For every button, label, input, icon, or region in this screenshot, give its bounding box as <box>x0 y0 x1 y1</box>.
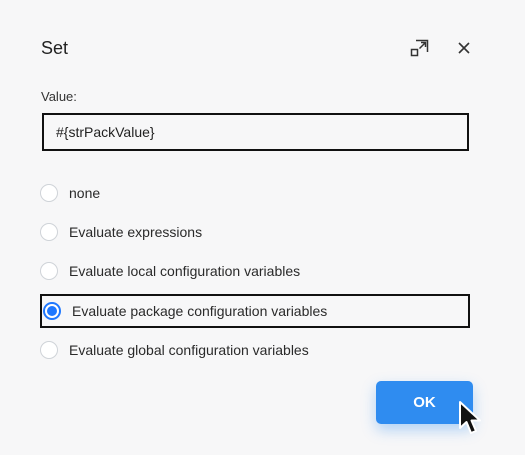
radio-none[interactable] <box>40 184 58 202</box>
expand-button[interactable] <box>406 36 434 64</box>
radio-evaluate-package[interactable] <box>43 302 61 320</box>
option-label: Evaluate local configuration variables <box>69 263 301 279</box>
expand-icon <box>410 38 430 63</box>
option-evaluate-package[interactable]: Evaluate package configuration variables <box>40 294 470 328</box>
radio-selected-dot <box>47 306 57 316</box>
option-evaluate-expressions[interactable]: Evaluate expressions <box>40 217 202 247</box>
set-dialog: Set Value: none Evaluate expressions Eva… <box>14 14 504 444</box>
dialog-title: Set <box>41 38 69 58</box>
radio-evaluate-local[interactable] <box>40 262 58 280</box>
option-evaluate-global[interactable]: Evaluate global configuration variables <box>40 335 309 365</box>
option-label: Evaluate global configuration variables <box>69 342 309 358</box>
mouse-pointer-icon <box>459 401 481 434</box>
value-input[interactable] <box>42 113 469 151</box>
close-icon <box>457 41 471 60</box>
option-label: Evaluate expressions <box>69 224 203 240</box>
option-none[interactable]: none <box>40 178 100 208</box>
radio-evaluate-global[interactable] <box>40 341 58 359</box>
close-button[interactable] <box>450 36 478 64</box>
option-evaluate-local[interactable]: Evaluate local configuration variables <box>40 256 300 286</box>
radio-evaluate-expressions[interactable] <box>40 223 58 241</box>
option-label: none <box>69 185 101 201</box>
value-label: Value: <box>41 89 77 104</box>
option-label: Evaluate package configuration variables <box>72 303 328 319</box>
